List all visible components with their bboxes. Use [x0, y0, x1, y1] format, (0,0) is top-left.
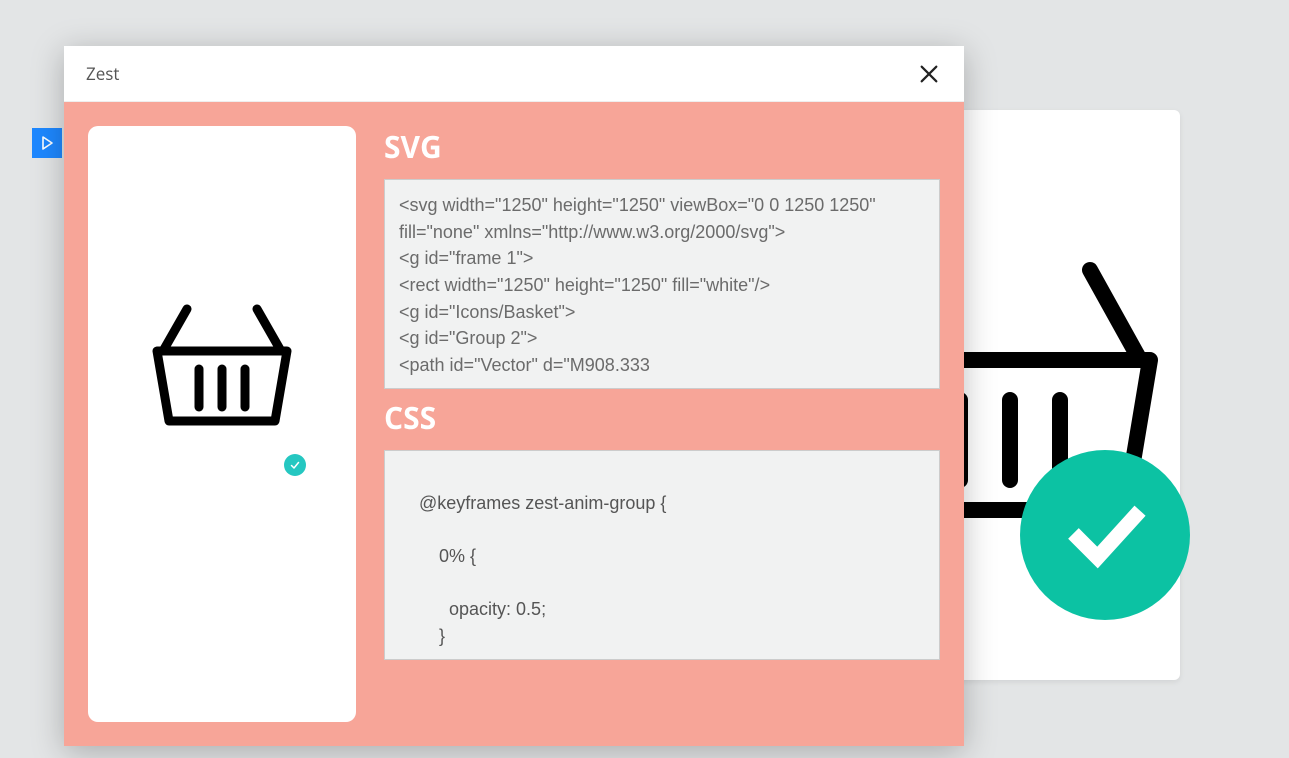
- export-dialog: Zest SV: [64, 46, 964, 746]
- svg-section-label: SVG: [384, 126, 940, 167]
- play-icon: [39, 135, 55, 151]
- basket-icon: [137, 279, 307, 449]
- preview-check-badge: [284, 454, 306, 476]
- close-icon: [918, 63, 940, 85]
- success-check-badge: [1020, 450, 1190, 620]
- css-section-label: CSS: [384, 397, 940, 438]
- preview-panel: [88, 126, 356, 722]
- dialog-header: Zest: [64, 46, 964, 102]
- check-icon: [1060, 490, 1150, 580]
- dialog-title: Zest: [86, 62, 119, 85]
- code-column: SVG CSS: [384, 126, 940, 722]
- dialog-body: SVG CSS: [64, 102, 964, 746]
- css-code-textarea[interactable]: [384, 450, 940, 660]
- play-button[interactable]: [32, 128, 62, 158]
- close-button[interactable]: [916, 61, 942, 87]
- check-icon: [289, 459, 301, 471]
- svg-code-textarea[interactable]: [384, 179, 940, 389]
